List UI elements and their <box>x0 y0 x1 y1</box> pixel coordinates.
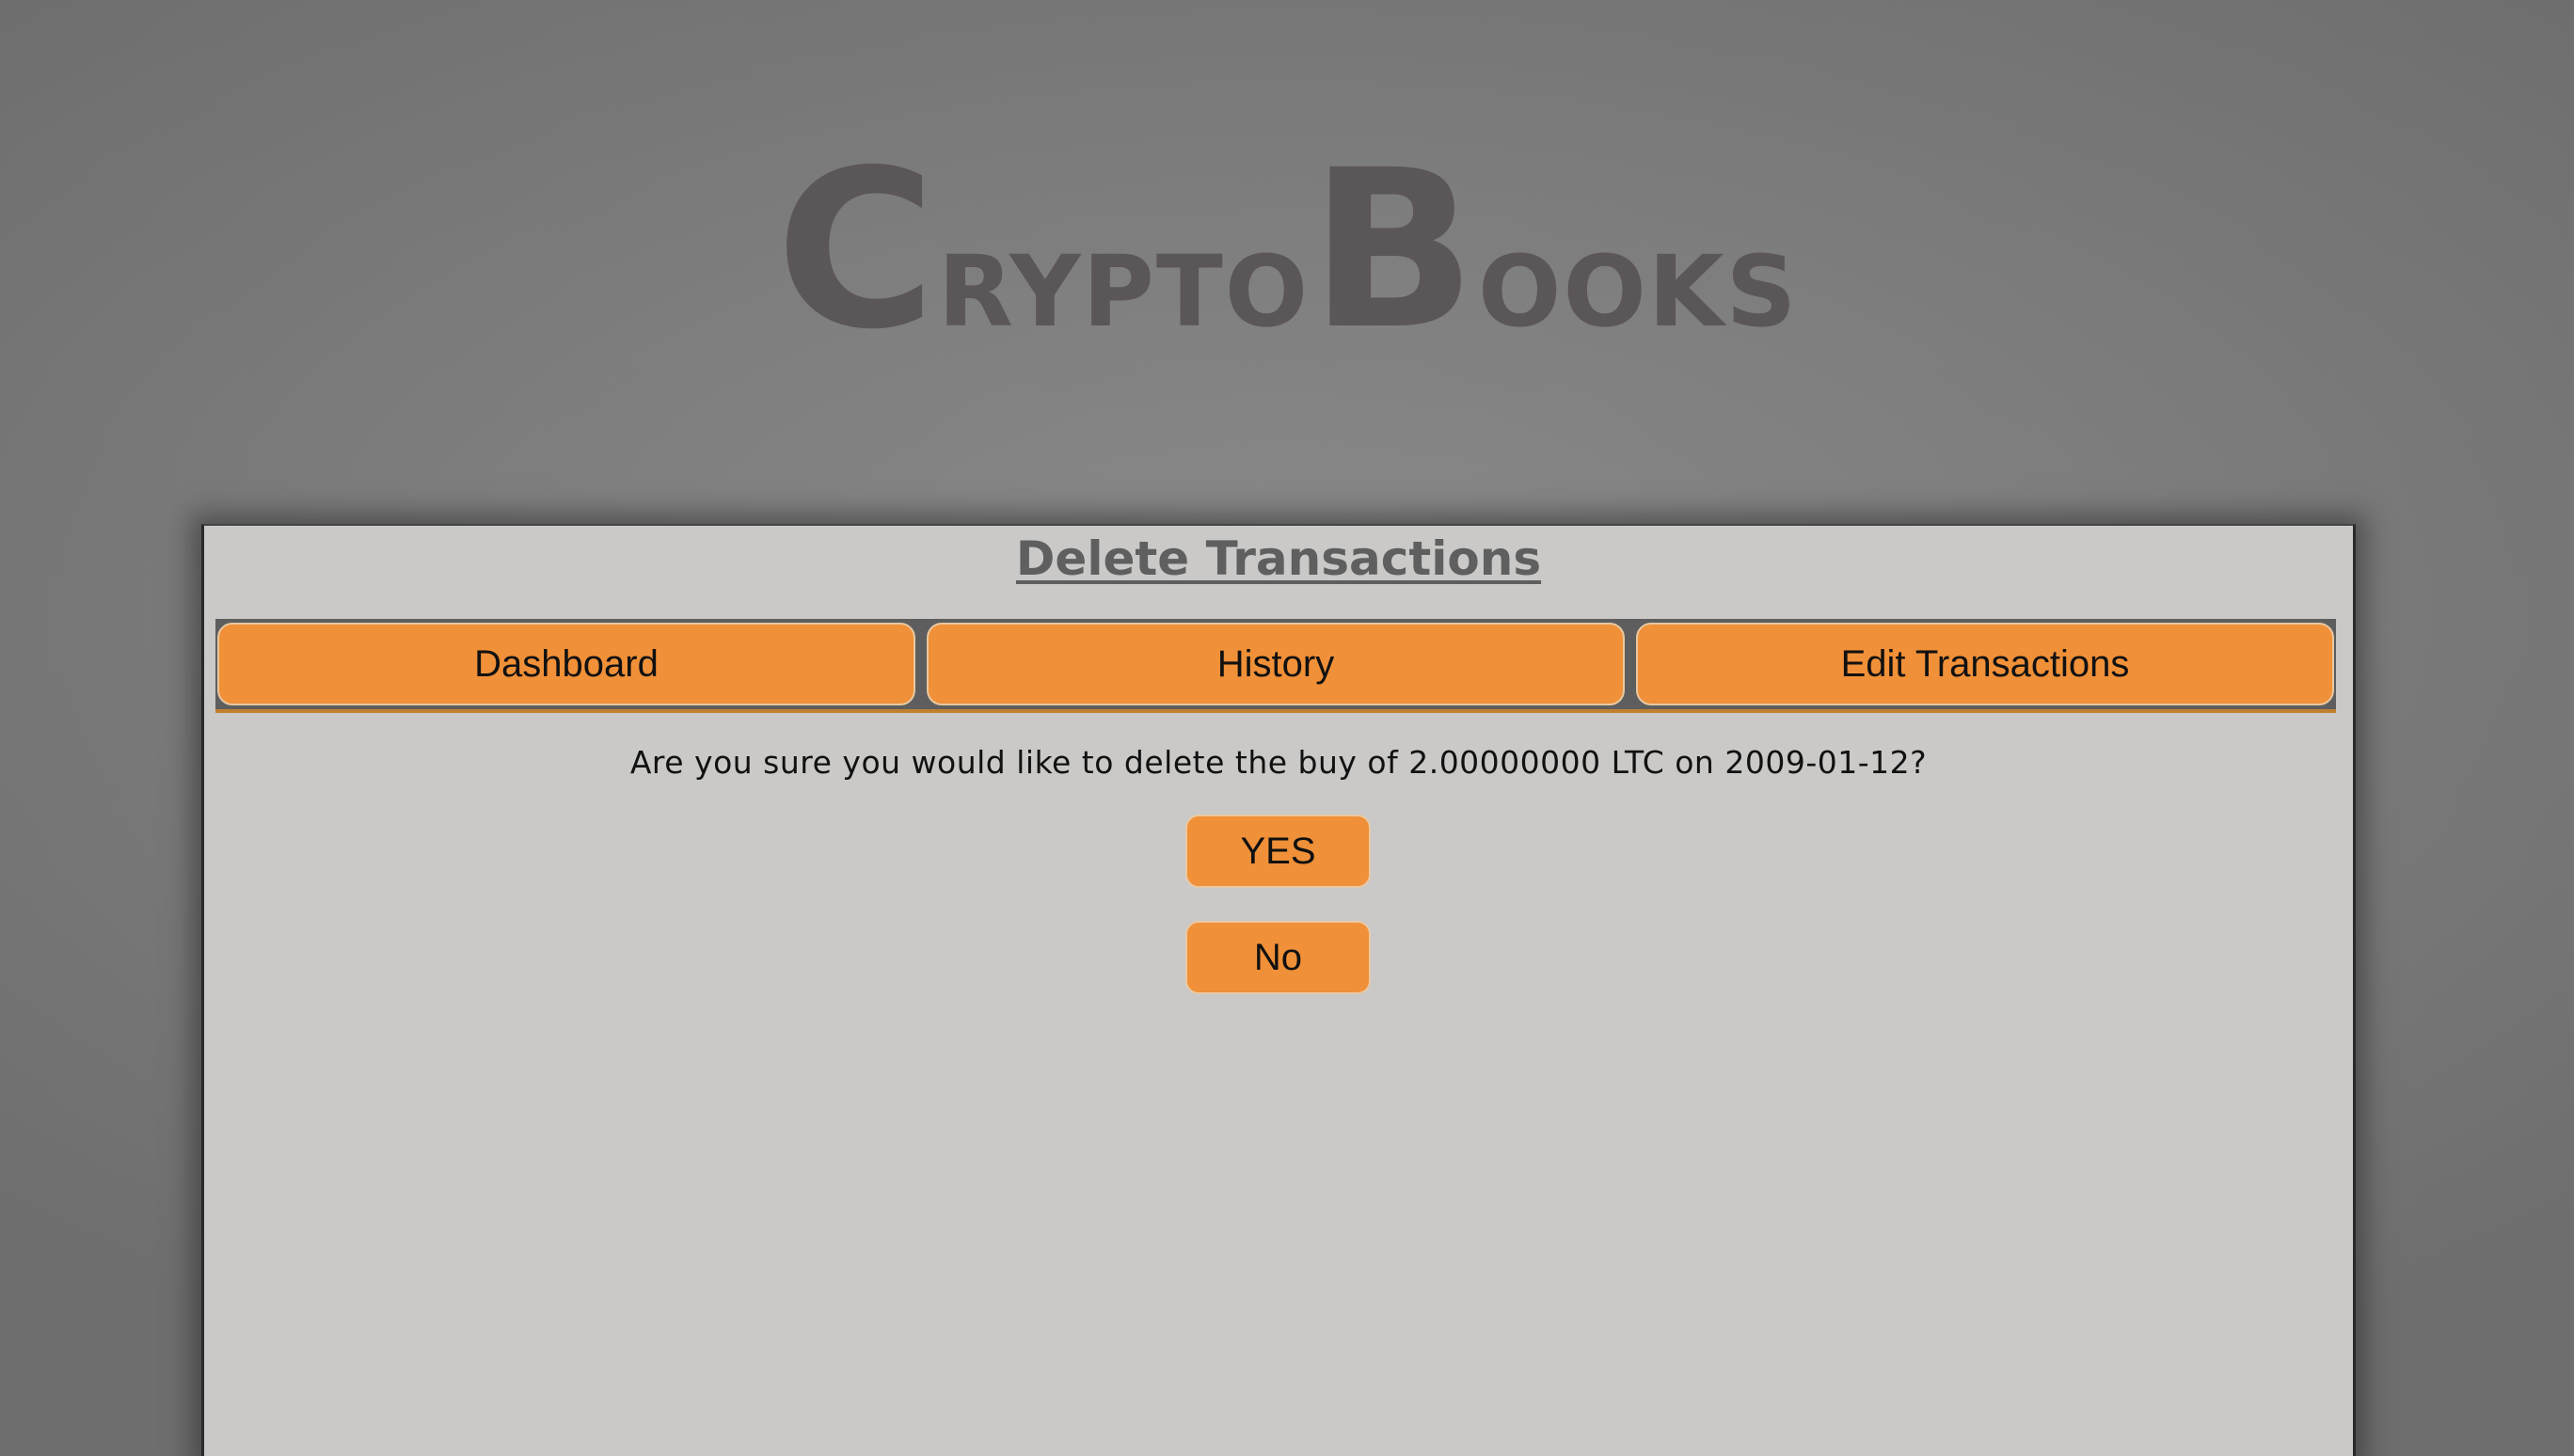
nav-edit-transactions-button[interactable]: Edit Transactions <box>1636 623 2334 705</box>
logo-text-rypto: rypto <box>937 197 1311 358</box>
nav-dashboard-button[interactable]: Dashboard <box>217 623 915 705</box>
nav-history-button[interactable]: History <box>927 623 1625 705</box>
logo-letter-c: C <box>775 123 938 377</box>
confirm-question: Are you sure you would like to delete th… <box>629 744 1928 781</box>
logo-letter-b: B <box>1310 123 1479 377</box>
logo-text-ooks: ooks <box>1478 197 1799 358</box>
confirm-yes-button[interactable]: YES <box>1185 815 1371 888</box>
main-panel: Delete Transactions Dashboard History Ed… <box>201 524 2356 1456</box>
nav-bar: Dashboard History Edit Transactions <box>215 619 2336 713</box>
page-title: Delete Transactions <box>1015 531 1542 586</box>
confirm-no-button[interactable]: No <box>1185 921 1371 994</box>
app-logo: CryptoBooks <box>0 141 2574 359</box>
